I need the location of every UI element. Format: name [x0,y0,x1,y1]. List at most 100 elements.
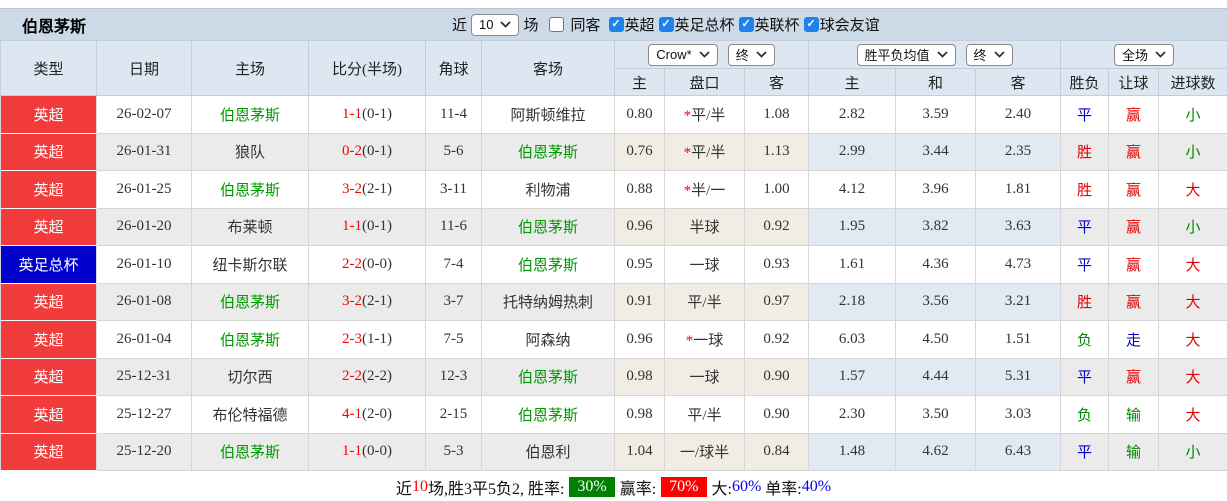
summary-prefix: 近 [395,480,412,498]
avg-away-odds: 3.03 [975,395,1062,434]
handicap-line: *半/一 [664,170,745,209]
handicap-line: 一/球半 [664,432,745,471]
avg-home-odds: 1.57 [808,357,897,396]
star-icon: * [683,182,692,199]
odds-source-select[interactable]: Crow* [648,43,718,66]
fulltime-score: 1-1 [342,105,362,122]
halftime-score: (0-0) [362,443,392,460]
halftime-score: (1-1) [362,330,392,347]
same-away-checkbox[interactable] [548,17,564,32]
home-odds: 0.91 [614,282,665,321]
home-odds: 0.98 [614,357,665,396]
league-label: 球会友谊 [819,18,880,34]
handicap-result: 赢 [1108,170,1160,209]
match-type-badge: 英超 [0,432,97,471]
match-result: 负 [1060,320,1110,359]
over-rate-label: 大: [711,480,732,498]
checkbox-icon[interactable]: ✓ [608,17,624,32]
avg-draw-odds: 4.36 [895,245,977,284]
halftime-score: (0-1) [362,143,392,160]
avg-home-odds: 2.18 [808,282,897,321]
checkbox-icon[interactable]: ✓ [738,17,754,32]
match-date: 25-12-31 [96,357,192,396]
home-odds: 1.04 [614,432,665,471]
home-team: 伯恩茅斯 [191,320,309,359]
away-odds: 1.08 [743,95,810,134]
match-row: 英超 25-12-31 切尔西 2-2(2-2) 12-3 伯恩茅斯 0.98 一球 0.90 1… [0,357,1227,396]
goals-total: 大 [1158,395,1227,434]
goals-total: 小 [1158,132,1227,171]
subheader-handicap-result: 让球 [1108,68,1160,96]
match-row: 英超 26-02-07 伯恩茅斯 1-1(0-1) 11-4 阿斯顿维拉 0.80 *平/半 1… [0,95,1227,134]
scope-group-header: 全场 [1060,40,1227,69]
match-score: 0-2(0-1) [308,132,426,171]
handicap-line: 一球 [664,245,745,284]
chevron-down-icon [993,51,1005,58]
home-odds: 0.96 [614,207,665,246]
away-team: 伯恩茅斯 [481,395,615,434]
checkbox-icon[interactable]: ✓ [803,17,819,32]
subheader-odds-away: 客 [743,68,810,96]
match-score: 3-2(2-1) [308,282,426,321]
chevron-down-icon [699,51,710,58]
goals-total: 大 [1158,170,1227,209]
league-filter-item[interactable]: ✓ 球会友谊 [802,14,880,35]
away-team: 伯恩利 [481,432,615,471]
subheader-avg-home: 主 [808,68,897,96]
away-team: 伯恩茅斯 [481,245,615,284]
away-odds: 1.13 [743,132,810,171]
handicap-result: 走 [1108,320,1160,359]
page-title: 伯恩茅斯 [22,18,87,36]
fulltime-score: 0-2 [342,143,362,160]
avg-home-odds: 1.61 [808,245,897,284]
match-type-badge: 英超 [0,207,97,246]
match-result: 胜 [1060,170,1110,209]
handicap-line: *平/半 [664,132,745,171]
chevron-down-icon [936,51,948,58]
home-odds: 0.95 [614,245,665,284]
avg-time-select[interactable]: 终 [965,43,1013,66]
handicap-line: 半球 [664,207,745,246]
home-team: 伯恩茅斯 [191,95,309,134]
subheader-odds-home: 主 [614,68,665,96]
fulltime-score: 3-2 [342,293,362,310]
scope-value: 全场 [1122,48,1149,63]
home-team: 切尔西 [191,357,309,396]
recent-count-select[interactable]: 10 [471,13,520,36]
goals-total: 小 [1158,432,1227,471]
league-filter-item[interactable]: ✓ 英联杯 [737,14,800,35]
match-row: 英足总杯 26-01-10 纽卡斯尔联 2-2(0-0) 7-4 伯恩茅斯 0.95 一球 0.… [0,245,1227,284]
league-filter-item[interactable]: ✓ 英超 [607,14,655,35]
odds-time-select[interactable]: 终 [727,43,775,66]
match-date: 25-12-27 [96,395,192,434]
avg-draw-odds: 4.62 [895,432,977,471]
column-header-corners: 角球 [425,40,482,96]
avg-home-odds: 2.99 [808,132,897,171]
games-label: 场 [523,18,539,34]
checkbox-icon[interactable]: ✓ [658,17,674,32]
avg-type-select[interactable]: 胜平负均值 [856,43,956,66]
summary-mid: 场,胜3平5负2, 胜率: [427,480,565,498]
match-row: 英超 26-01-04 伯恩茅斯 2-3(1-1) 7-5 阿森纳 0.96 *一球 0.92 6… [0,320,1227,359]
corner-count: 2-15 [425,395,482,434]
avg-away-odds: 6.43 [975,432,1062,471]
avg-home-odds: 6.03 [808,320,897,359]
handicap-line: 平/半 [664,282,745,321]
match-type-badge: 英足总杯 [0,245,97,284]
match-type-badge: 英超 [0,95,97,134]
goals-total: 小 [1158,95,1227,134]
avg-home-odds: 2.30 [808,395,897,434]
match-result: 胜 [1060,132,1110,171]
match-score: 4-1(2-0) [308,395,426,434]
away-odds: 0.93 [743,245,810,284]
corner-count: 12-3 [425,357,482,396]
home-team: 布莱顿 [191,207,309,246]
scope-select[interactable]: 全场 [1114,43,1175,66]
odds-time-value: 终 [735,48,749,63]
handicap-rate-label: 赢率: [619,480,657,498]
fulltime-score: 3-2 [342,180,362,197]
corner-count: 7-5 [425,320,482,359]
handicap-result: 赢 [1108,132,1160,171]
avg-draw-odds: 4.50 [895,320,977,359]
league-filter-item[interactable]: ✓ 英足总杯 [657,14,735,35]
